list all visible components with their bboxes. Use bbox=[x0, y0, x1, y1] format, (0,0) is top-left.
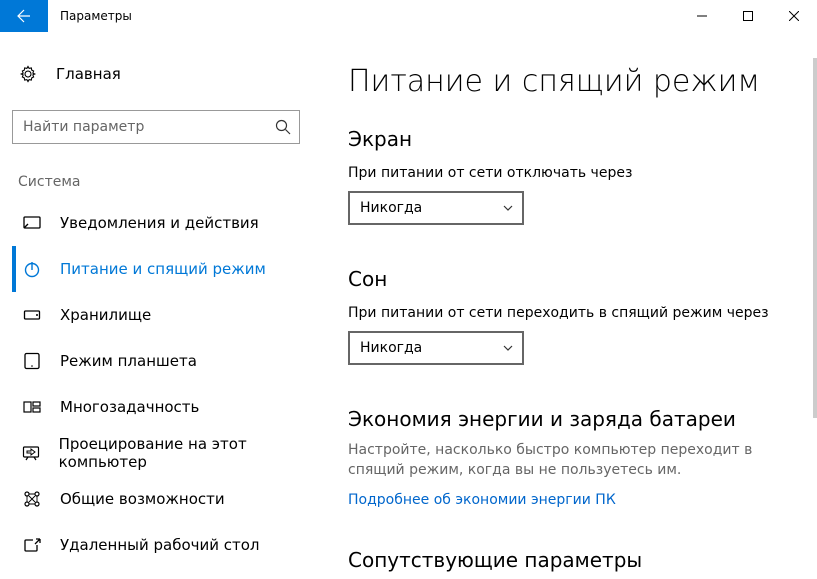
minimize-button[interactable] bbox=[679, 0, 725, 32]
sidebar-item-label: Питание и спящий режим bbox=[60, 260, 266, 278]
home-button[interactable]: Главная bbox=[12, 52, 320, 96]
eco-more-link[interactable]: Подробнее об экономии энергии ПК bbox=[348, 492, 793, 508]
projecting-icon bbox=[22, 444, 41, 462]
related-title: Сопутствующие параметры bbox=[348, 548, 793, 572]
sleep-section: Сон При питании от сети переходить в спя… bbox=[348, 267, 793, 365]
main-panel: Питание и спящий режим Экран При питании… bbox=[320, 32, 817, 579]
home-label: Главная bbox=[56, 65, 121, 83]
sidebar-item-projecting[interactable]: Проецирование на этот компьютер bbox=[12, 430, 320, 476]
window-title: Параметры bbox=[48, 0, 679, 32]
sidebar: Главная Система Уведомления и действия П… bbox=[0, 32, 320, 579]
close-button[interactable] bbox=[771, 0, 817, 32]
screen-title: Экран bbox=[348, 127, 793, 151]
notifications-icon bbox=[22, 214, 42, 232]
multitasking-icon bbox=[22, 398, 42, 416]
chevron-down-icon bbox=[502, 342, 514, 354]
maximize-button[interactable] bbox=[725, 0, 771, 32]
chevron-down-icon bbox=[502, 202, 514, 214]
sleep-after-value: Никогда bbox=[360, 340, 422, 356]
arrow-left-icon bbox=[16, 8, 32, 24]
remote-desktop-icon bbox=[22, 536, 42, 554]
sleep-title: Сон bbox=[348, 267, 793, 291]
shared-icon bbox=[22, 490, 42, 508]
sidebar-item-storage[interactable]: Хранилище bbox=[12, 292, 320, 338]
sidebar-item-shared-experiences[interactable]: Общие возможности bbox=[12, 476, 320, 522]
sidebar-item-label: Хранилище bbox=[60, 306, 151, 324]
eco-section: Экономия энергии и заряда батареи Настро… bbox=[348, 407, 793, 508]
window-controls bbox=[679, 0, 817, 32]
eco-desc: Настройте, насколько быстро компьютер пе… bbox=[348, 441, 768, 480]
sidebar-item-tablet-mode[interactable]: Режим планшета bbox=[12, 338, 320, 384]
sleep-after-label: При питании от сети переходить в спящий … bbox=[348, 305, 793, 321]
back-button[interactable] bbox=[0, 0, 48, 32]
eco-title: Экономия энергии и заряда батареи bbox=[348, 407, 793, 431]
minimize-icon bbox=[697, 11, 707, 21]
sidebar-item-label: Удаленный рабочий стол bbox=[60, 536, 260, 554]
sidebar-item-label: Уведомления и действия bbox=[60, 214, 259, 232]
sidebar-item-notifications[interactable]: Уведомления и действия bbox=[12, 200, 320, 246]
maximize-icon bbox=[743, 11, 753, 21]
screen-off-label: При питании от сети отключать через bbox=[348, 165, 793, 181]
search-icon bbox=[275, 119, 291, 135]
page-title: Питание и спящий режим bbox=[348, 64, 793, 99]
sidebar-item-multitasking[interactable]: Многозадачность bbox=[12, 384, 320, 430]
scrollbar[interactable] bbox=[813, 58, 817, 418]
screen-off-select[interactable]: Никогда bbox=[348, 191, 524, 225]
tablet-icon bbox=[22, 352, 42, 370]
sidebar-group-header: Система bbox=[12, 174, 320, 190]
close-icon bbox=[789, 11, 799, 21]
sidebar-item-label: Многозадачность bbox=[60, 398, 199, 416]
titlebar: Параметры bbox=[0, 0, 817, 32]
screen-section: Экран При питании от сети отключать чере… bbox=[348, 127, 793, 225]
search-input[interactable] bbox=[12, 110, 300, 144]
sidebar-item-label: Режим планшета bbox=[60, 352, 197, 370]
search-container bbox=[12, 110, 300, 144]
sleep-after-select[interactable]: Никогда bbox=[348, 331, 524, 365]
screen-off-value: Никогда bbox=[360, 200, 422, 216]
sidebar-item-label: Общие возможности bbox=[60, 490, 225, 508]
sidebar-item-power-sleep[interactable]: Питание и спящий режим bbox=[12, 246, 320, 292]
gear-icon bbox=[18, 65, 38, 83]
power-icon bbox=[22, 260, 42, 278]
sidebar-item-label: Проецирование на этот компьютер bbox=[59, 435, 320, 471]
storage-icon bbox=[22, 306, 42, 324]
sidebar-item-remote-desktop[interactable]: Удаленный рабочий стол bbox=[12, 522, 320, 568]
